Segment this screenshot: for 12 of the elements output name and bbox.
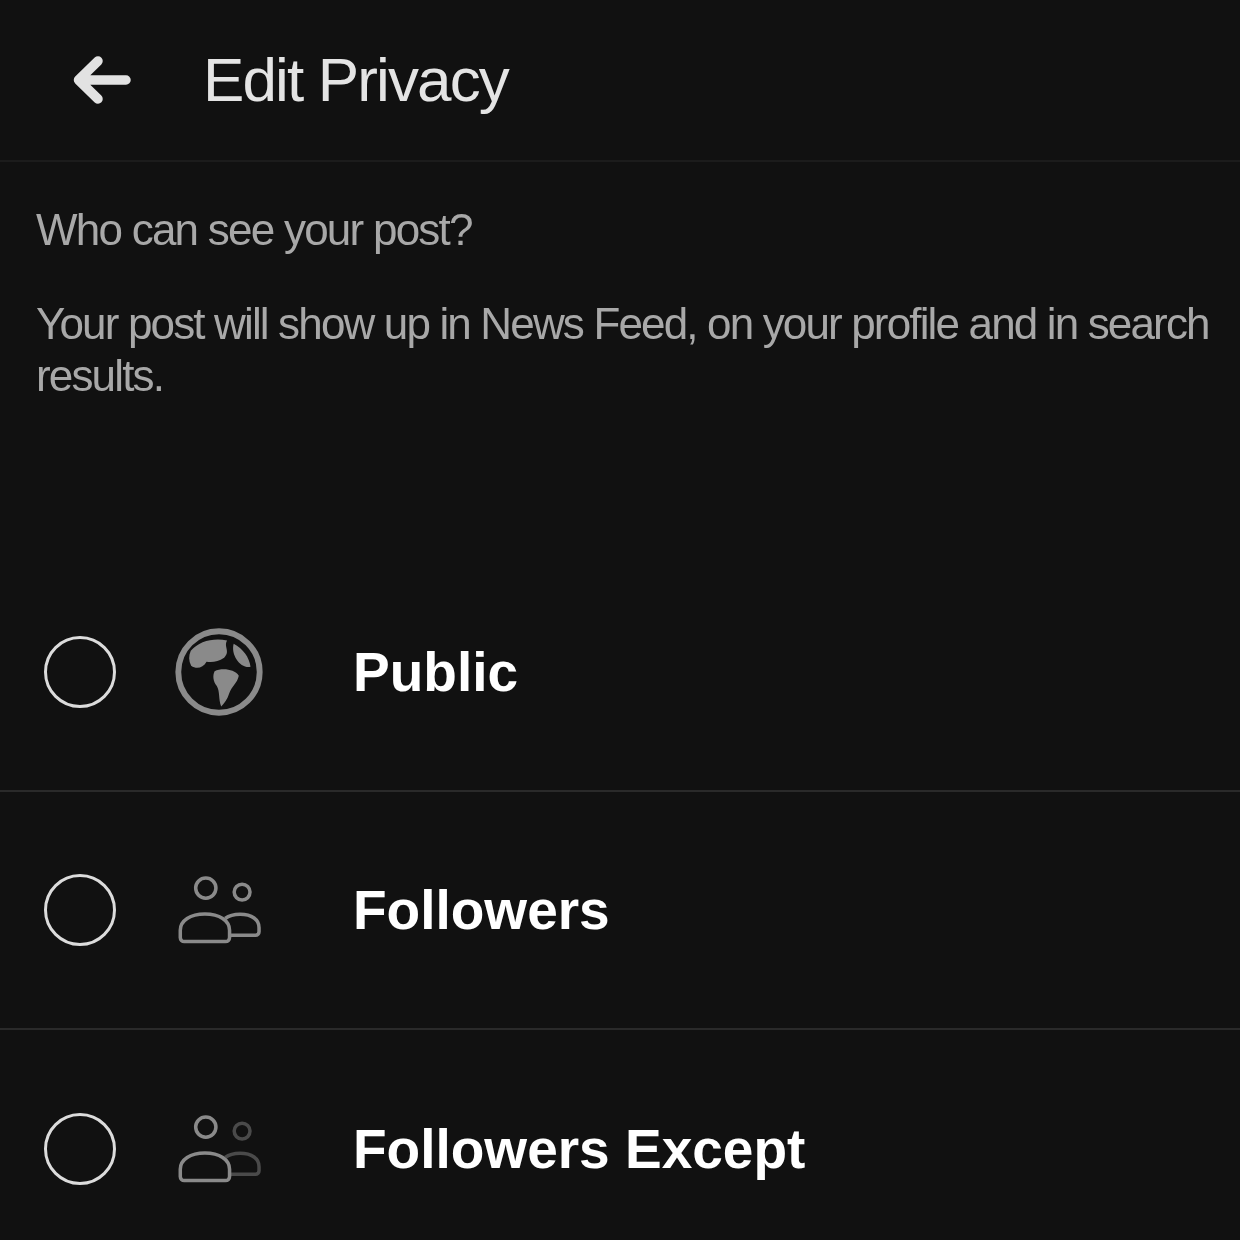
radio-button[interactable]	[44, 1113, 116, 1185]
radio-button[interactable]	[44, 874, 116, 946]
back-button[interactable]	[72, 55, 132, 105]
globe-icon	[175, 628, 263, 716]
question-text: Who can see your post?	[36, 204, 472, 256]
radio-button[interactable]	[44, 636, 116, 708]
page-title: Edit Privacy	[203, 45, 508, 115]
option-label: Public	[353, 640, 519, 704]
option-label: Followers Except	[353, 1117, 806, 1181]
option-label: Followers	[353, 878, 610, 942]
description-text: Your post will show up in News Feed, on your profile and in search results.	[36, 298, 1210, 402]
back-arrow-icon	[72, 55, 132, 105]
